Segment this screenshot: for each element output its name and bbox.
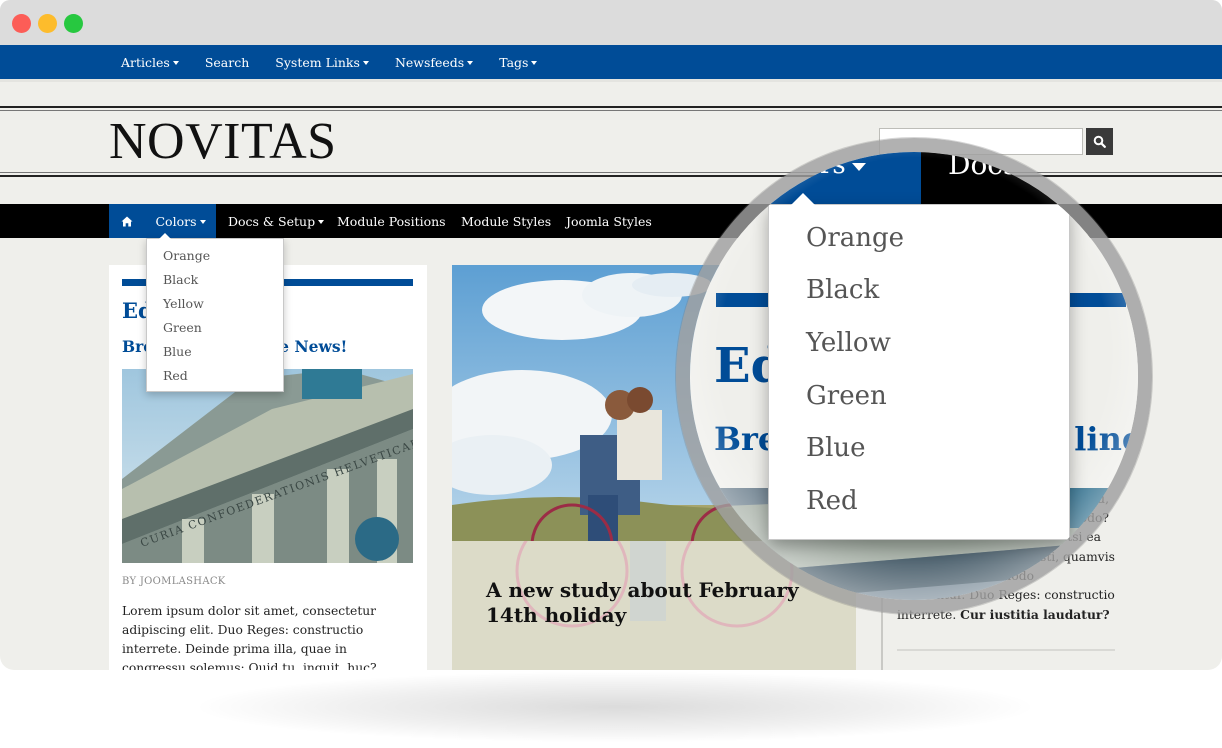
nav-label: Module Styles [461,213,552,229]
magnified-item-orange: Orange [806,223,905,253]
divider [897,649,1115,651]
magnified-item-red: Red [806,486,858,516]
top-navigation: Articles Search System Links Newsfeeds T… [0,45,1222,79]
nav-home[interactable] [109,204,145,238]
topnav-label: System Links [275,54,360,70]
header-rule [0,110,1222,111]
topnav-item-newsfeeds[interactable]: Newsfeeds [394,54,474,70]
topnav-item-articles[interactable]: Articles [121,55,179,70]
nav-item-joomla-styles[interactable]: Joomla Styles [566,204,652,238]
dropdown-item-orange[interactable]: Orange [163,248,210,263]
close-window-button[interactable] [12,14,31,33]
topnav-label: Search [204,54,250,70]
minimize-window-button[interactable] [38,14,57,33]
maximize-window-button[interactable] [64,14,83,33]
caret-down-icon [318,219,325,224]
nav-label: Colors [155,213,197,229]
caret-down-icon [531,60,538,65]
caret-down-icon [362,60,369,65]
dropdown-item-black[interactable]: Black [163,272,198,287]
nav-item-docs-setup[interactable]: Docs & Setup [228,204,325,238]
title-bar [0,0,1222,45]
browser-window: Articles Search System Links Newsfeeds T… [0,0,1222,670]
nav-label: Joomla Styles [566,213,652,229]
header-rule [0,106,1222,108]
magnified-colors-dropdown: Orange Black Yellow Green Blue Red [768,193,1070,540]
body-bold-text: Cur iustitia laudatur? [960,607,1110,623]
magnified-item-yellow: Yellow [806,328,891,358]
magnified-item-green: Green [806,381,887,411]
nav-item-colors[interactable]: Colors [145,204,216,238]
dropdown-item-red[interactable]: Red [163,368,188,383]
site-logo[interactable]: NOVITAS [109,114,337,170]
topnav-label: Tags [499,54,529,70]
topnav-item-system-links[interactable]: System Links [275,55,369,70]
nav-label: Module Positions [337,213,446,229]
building-image: CURIA CONFOEDERATIONIS HELVETICAE [122,369,413,563]
article-body: Lorem ipsum dolor sit amet, consectetur … [122,604,377,670]
nav-label: Docs & Setup [228,213,316,229]
caret-down-icon [467,60,474,65]
caret-down-icon [172,60,179,65]
topnav-item-tags[interactable]: Tags [499,54,538,70]
article-byline: BY JOOMLASHACK [122,576,226,587]
nav-item-module-positions[interactable]: Module Positions [337,204,446,238]
divider [0,79,1222,82]
dropdown-item-yellow[interactable]: Yellow [163,296,204,311]
topnav-label: Articles [121,54,170,70]
topnav-item-search[interactable]: Search [205,55,249,70]
dropdown-item-blue[interactable]: Blue [163,344,192,359]
window-shadow [200,672,1030,742]
magnified-item-black: Black [806,275,880,305]
article-image[interactable]: CURIA CONFOEDERATIONIS HELVETICAE [122,369,413,563]
magnifier-lens: lors Docs Ed Breline Orange Black Yellow… [676,138,1152,614]
topnav-label: Newsfeeds [394,54,465,70]
magnified-item-blue: Blue [806,433,866,463]
nav-item-module-styles[interactable]: Module Styles [461,204,551,238]
colors-dropdown-menu: Orange Black Yellow Green Blue Red [146,233,284,392]
home-icon [121,216,133,226]
dropdown-item-green[interactable]: Green [163,320,202,335]
caret-down-icon [199,219,206,224]
search-button[interactable] [1086,128,1113,155]
search-icon [1093,135,1106,148]
magnified-view: lors Docs Ed Breline Orange Black Yellow… [690,152,1138,600]
